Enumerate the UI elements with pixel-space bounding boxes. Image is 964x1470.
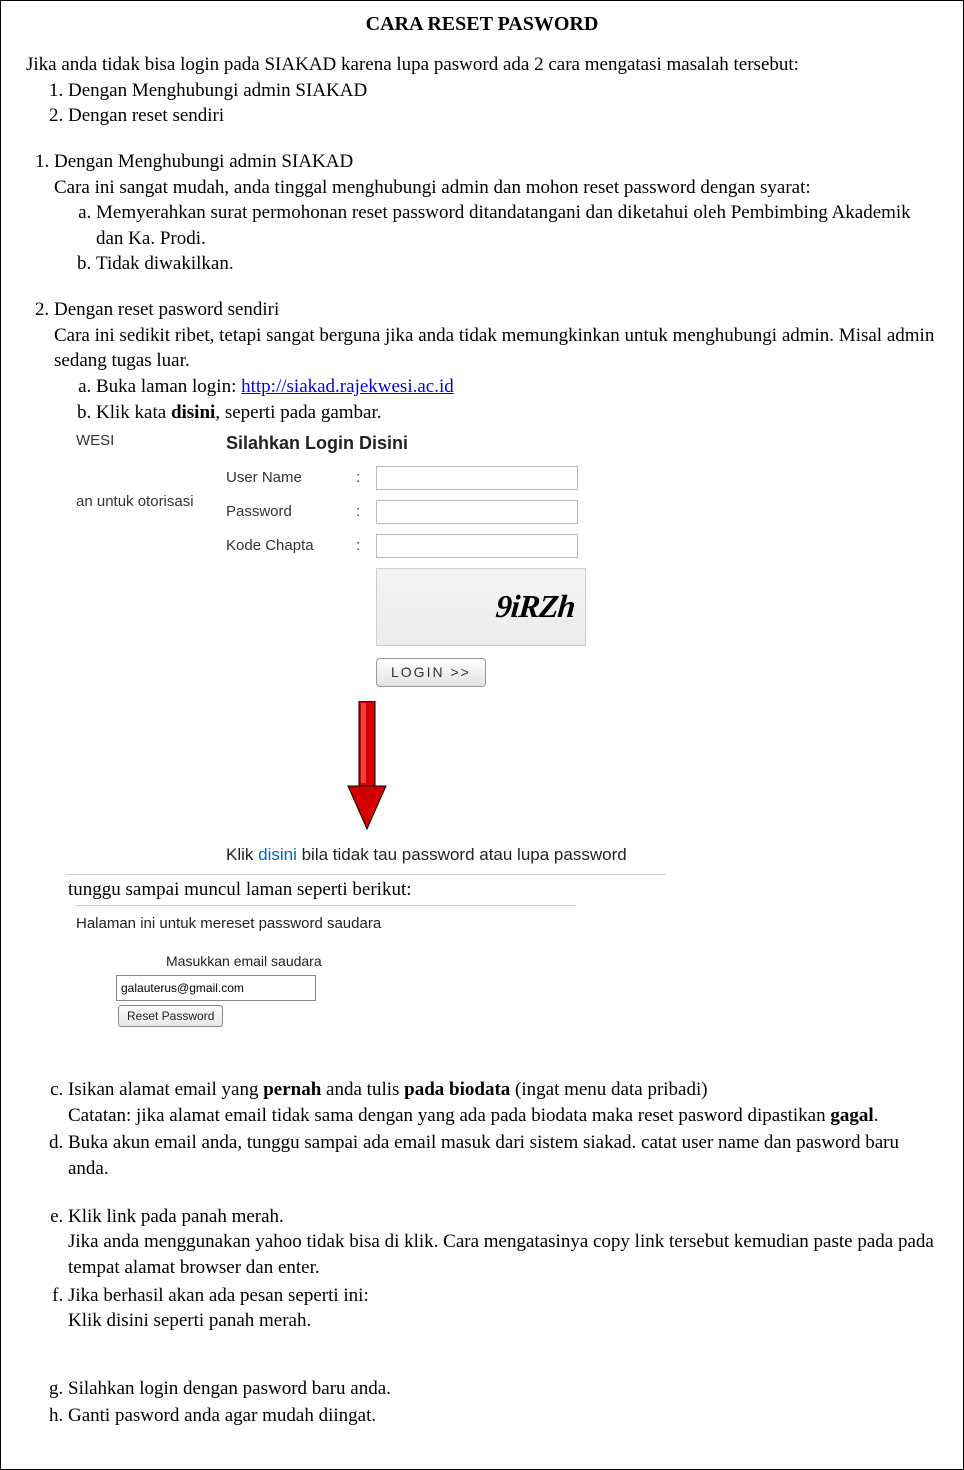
email-label: Masukkan email saudara bbox=[166, 952, 576, 971]
page-title: CARA RESET PASWORD bbox=[26, 11, 938, 38]
captcha-image: 9iRZh bbox=[376, 568, 586, 646]
main-list: Dengan Menghubungi admin SIAKAD Cara ini… bbox=[26, 149, 938, 425]
section-2-b: Klik kata disini, seperti pada gambar. bbox=[96, 400, 938, 426]
forgot-password-row: Klik disini bila tidak tau password atau… bbox=[226, 844, 716, 870]
section-2-sublist: Buka laman login: http://siakad.rajekwes… bbox=[54, 374, 938, 425]
step-b-pre: Klik kata bbox=[96, 402, 171, 423]
step-c: Isikan alamat email yang pernah anda tul… bbox=[68, 1077, 938, 1128]
login-screenshot: WESI an untuk otorisasi Silahkan Login D… bbox=[76, 431, 716, 870]
step-a-pre: Buka laman login: bbox=[96, 376, 241, 397]
intro-item-1: Dengan Menghubungi admin SIAKAD bbox=[68, 78, 938, 104]
reset-button[interactable]: Reset Password bbox=[118, 1005, 223, 1027]
reset-heading: Halaman ini untuk mereset password sauda… bbox=[76, 914, 576, 934]
password-label: Password bbox=[226, 502, 356, 522]
captcha-label: Kode Chapta bbox=[226, 536, 356, 556]
auth-fragment: an untuk otorisasi bbox=[76, 492, 226, 512]
step-h: Ganti pasword anda agar mudah diingat. bbox=[68, 1403, 938, 1429]
login-button[interactable]: LOGIN >> bbox=[376, 658, 486, 687]
login-link[interactable]: http://siakad.rajekwesi.ac.id bbox=[241, 376, 454, 397]
colon: : bbox=[356, 536, 376, 556]
brand-fragment: WESI bbox=[76, 431, 226, 451]
captcha-text: 9iRZh bbox=[495, 585, 577, 628]
steps-list-2: Klik link pada panah merah. Jika anda me… bbox=[26, 1204, 938, 1334]
colon: : bbox=[356, 468, 376, 488]
section-2-body: Cara ini sedikit ribet, tetapi sangat be… bbox=[54, 325, 934, 372]
section-1-b: Tidak diwakilkan. bbox=[96, 251, 938, 277]
section-1-body: Cara ini sangat mudah, anda tinggal meng… bbox=[54, 177, 811, 198]
step-d: Buka akun email anda, tunggu sampai ada … bbox=[68, 1130, 938, 1181]
steps-list-3: Silahkan login dengan pasword baru anda.… bbox=[26, 1376, 938, 1429]
username-label: User Name bbox=[226, 468, 356, 488]
divider bbox=[66, 874, 666, 875]
step-g: Silahkan login dengan pasword baru anda. bbox=[68, 1376, 938, 1402]
colon: : bbox=[356, 502, 376, 522]
forgot-klik: Klik bbox=[226, 845, 258, 864]
password-input[interactable] bbox=[376, 500, 578, 524]
intro-item-2: Dengan reset sendiri bbox=[68, 103, 938, 129]
section-1-heading: Dengan Menghubungi admin SIAKAD bbox=[54, 151, 353, 172]
username-input[interactable] bbox=[376, 466, 578, 490]
section-2: Dengan reset pasword sendiri Cara ini se… bbox=[54, 297, 938, 425]
section-1-a: Memyerahkan surat permohonan reset passw… bbox=[96, 200, 938, 251]
section-2-a: Buka laman login: http://siakad.rajekwes… bbox=[96, 374, 938, 400]
step-b-bold: disini bbox=[171, 402, 215, 423]
intro-list: Dengan Menghubungi admin SIAKAD Dengan r… bbox=[26, 78, 938, 129]
forgot-disini-link[interactable]: disini bbox=[258, 845, 297, 864]
intro-text: Jika anda tidak bisa login pada SIAKAD k… bbox=[26, 52, 938, 78]
captcha-input[interactable] bbox=[376, 534, 578, 558]
wait-text: tunggu sampai muncul laman seperti berik… bbox=[26, 877, 938, 903]
step-e: Klik link pada panah merah. Jika anda me… bbox=[68, 1204, 938, 1281]
section-1: Dengan Menghubungi admin SIAKAD Cara ini… bbox=[54, 149, 938, 297]
reset-screenshot: Halaman ini untuk mereset password sauda… bbox=[76, 905, 576, 1027]
steps-list: Isikan alamat email yang pernah anda tul… bbox=[26, 1077, 938, 1182]
step-f: Jika berhasil akan ada pesan seperti ini… bbox=[68, 1283, 938, 1334]
red-arrow-icon bbox=[346, 701, 716, 839]
email-input[interactable] bbox=[116, 975, 316, 1001]
section-1-sublist: Memyerahkan surat permohonan reset passw… bbox=[54, 200, 938, 277]
forgot-rest: bila tidak tau password atau lupa passwo… bbox=[297, 845, 627, 864]
step-b-post: , seperti pada gambar. bbox=[215, 402, 381, 423]
login-title: Silahkan Login Disini bbox=[226, 431, 716, 455]
section-2-heading: Dengan reset pasword sendiri bbox=[54, 299, 279, 320]
